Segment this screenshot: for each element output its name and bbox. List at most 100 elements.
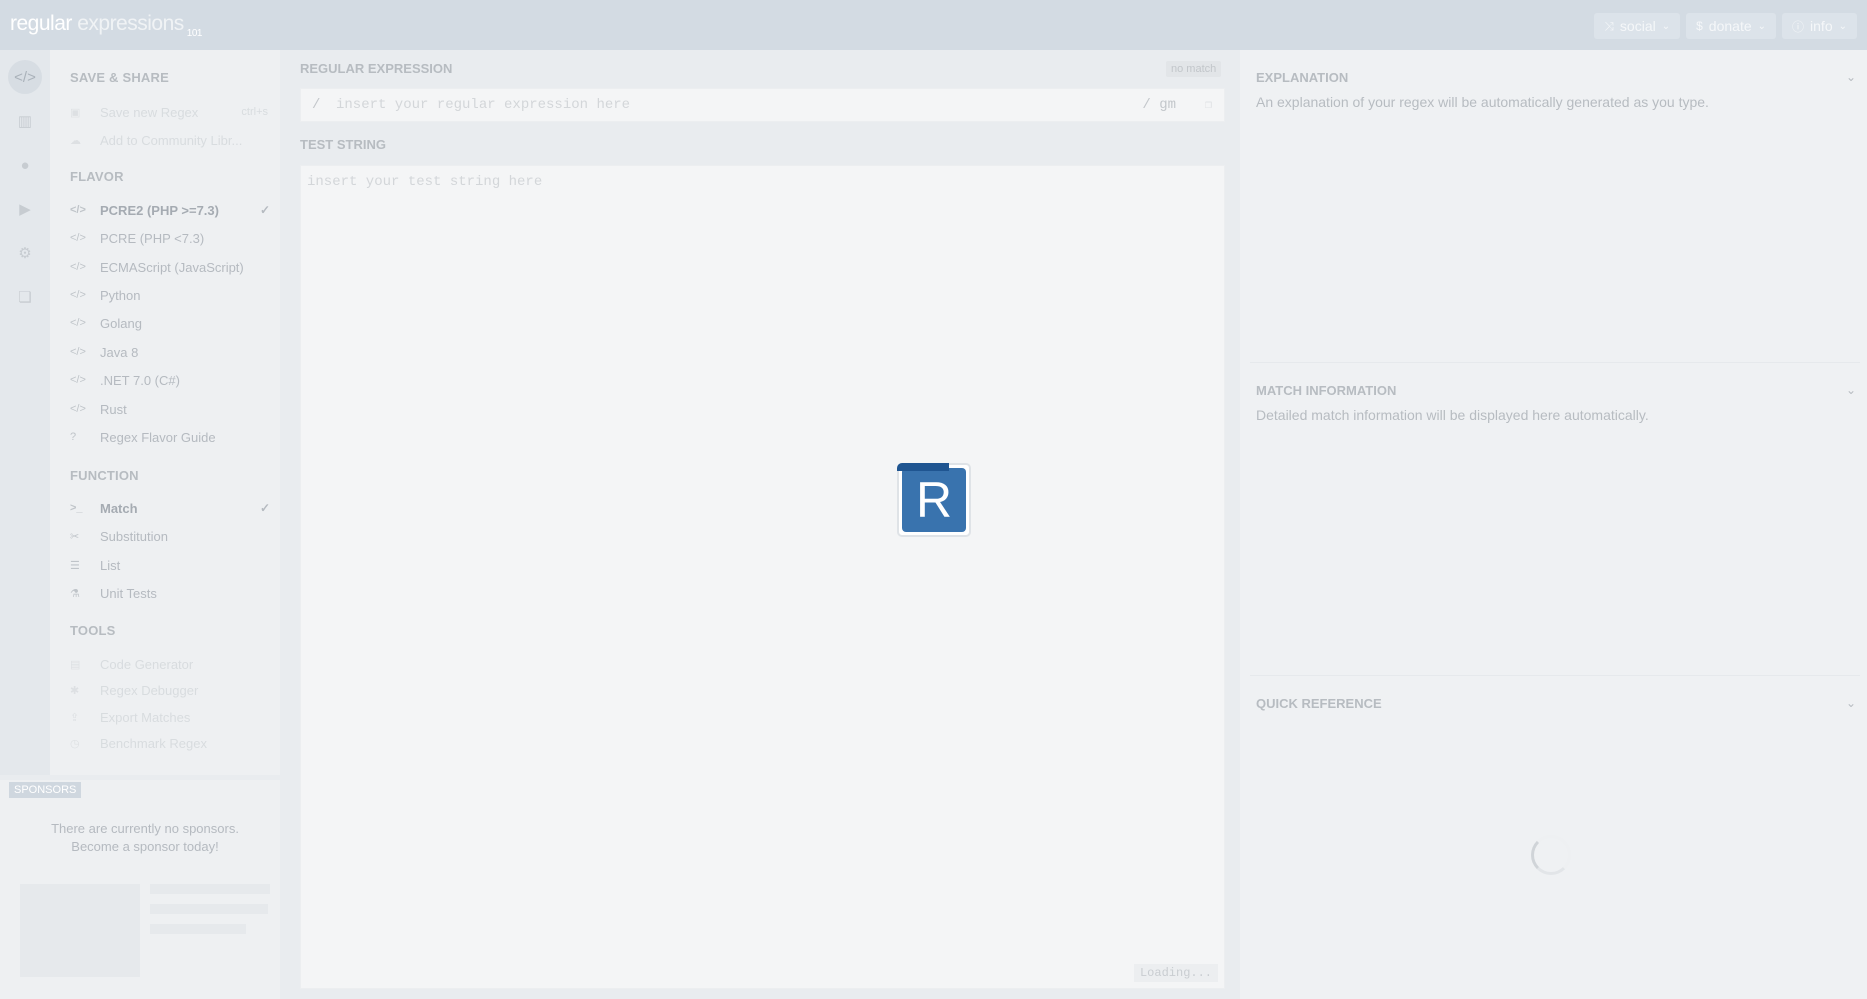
info-panels: EXPLANATION ⌄ An explanation of your reg… [1240, 50, 1867, 999]
editor-area: REGULAR EXPRESSION no match / insert you… [290, 50, 1230, 999]
chevron-down-icon[interactable]: ⌄ [1846, 696, 1856, 710]
regex-delimiter: / [312, 97, 321, 113]
donate-menu-button[interactable]: $ donate ⌄ [1686, 13, 1777, 39]
checkmark-icon: ✓ [259, 501, 270, 515]
question-icon: ? [70, 431, 77, 443]
chevron-down-icon: ⌄ [1838, 20, 1847, 32]
chart-icon[interactable]: ▥ [8, 104, 42, 138]
match-info-panel[interactable]: MATCH INFORMATION ⌄ Detailed match infor… [1256, 383, 1856, 423]
save-share-heading: SAVE & SHARE [70, 70, 169, 85]
test-string-placeholder: insert your test string here [307, 174, 543, 190]
sponsors-tag: SPONSORS [9, 782, 82, 798]
chevron-down-icon: ⌄ [1661, 20, 1671, 32]
terminal-icon: >_ [70, 502, 83, 514]
file-code-icon: ▤ [70, 658, 81, 671]
regex-placeholder: insert your regular expression here [336, 97, 631, 113]
code-icon: </> [70, 403, 86, 415]
ad-placeholder-line [150, 904, 268, 914]
function-unit-tests[interactable]: ⚗ Unit Tests [70, 581, 270, 605]
add-to-community-button[interactable]: ☁ Add to Community Libr... [70, 128, 270, 152]
chevron-down-icon[interactable]: ⌄ [1846, 383, 1856, 397]
tool-regex-debugger[interactable]: ✱ Regex Debugger [70, 678, 270, 702]
info-menu-button[interactable]: ⓘ info ⌄ [1782, 13, 1857, 39]
code-icon: </> [70, 374, 86, 386]
regex-label: REGULAR EXPRESSION [300, 61, 453, 76]
save-new-regex-button[interactable]: ▣ Save new Regex ctrl+s [70, 100, 270, 124]
match-status-badge: no match [1166, 61, 1222, 77]
loader-progress-cap [897, 463, 949, 471]
regex-flavor-guide-link[interactable]: ? Regex Flavor Guide [70, 425, 270, 449]
regex-flags[interactable]: / gm [1142, 97, 1176, 113]
code-icon[interactable]: </> [8, 60, 42, 94]
checkmark-icon: ✓ [259, 203, 270, 217]
panel-divider [1250, 362, 1860, 363]
match-info-title: MATCH INFORMATION [1256, 383, 1397, 398]
export-icon: ⇪ [70, 711, 80, 724]
flavor-pcre2[interactable]: </> PCRE2 (PHP >=7.3) ✓ [70, 198, 270, 222]
top-nav: ⤨ social ⌄ $ donate ⌄ ⓘ info ⌄ [1594, 13, 1857, 39]
code-icon: </> [70, 204, 86, 216]
match-info-text: Detailed match information will be displ… [1256, 407, 1649, 423]
test-string-label: TEST STRING [300, 137, 386, 152]
chevron-down-icon: ⌄ [1757, 20, 1767, 32]
flavor-heading: FLAVOR [70, 169, 124, 184]
code-icon: </> [70, 289, 86, 301]
tool-benchmark-regex[interactable]: ◷ Benchmark Regex [70, 731, 270, 755]
flavor-ecmascript[interactable]: </> ECMAScript (JavaScript) [70, 255, 270, 279]
explanation-title: EXPLANATION [1256, 70, 1349, 85]
ad-placeholder-line [150, 924, 246, 934]
icon-sidebar: </> ▥ ● ▶ ⚙ ❏ [0, 50, 50, 775]
share-icon: ⤨ [1604, 18, 1614, 33]
clock-icon: ◷ [70, 737, 80, 750]
regex-input[interactable]: / insert your regular expression here / … [300, 88, 1225, 122]
explanation-text: An explanation of your regex will be aut… [1256, 94, 1709, 110]
panel-divider [1250, 675, 1860, 676]
list-icon: ☰ [70, 559, 80, 572]
function-heading: FUNCTION [70, 468, 139, 483]
flask-icon: ⚗ [70, 587, 80, 600]
code-icon: </> [70, 317, 86, 329]
flavor-pcre[interactable]: </> PCRE (PHP <7.3) [70, 226, 270, 250]
sponsors-panel: SPONSORS There are currently no sponsors… [0, 780, 280, 999]
flavor-golang[interactable]: </> Golang [70, 311, 270, 335]
shortcut-label: ctrl+s [241, 106, 268, 118]
tool-code-generator[interactable]: ▤ Code Generator [70, 652, 270, 676]
save-icon: ▣ [70, 106, 81, 119]
copy-icon[interactable]: ❐ [1205, 97, 1212, 112]
youtube-icon[interactable]: ▶ [8, 192, 42, 226]
sponsors-message[interactable]: There are currently no sponsors. Become … [0, 820, 290, 856]
info-icon: ⓘ [1792, 19, 1805, 34]
app-loading-logo: R [897, 463, 971, 537]
test-string-input[interactable]: insert your test string here Loading... [300, 165, 1225, 989]
flavor-rust[interactable]: </> Rust [70, 397, 270, 421]
cloud-icon: ☁ [70, 134, 81, 147]
options-sidebar: SAVE & SHARE ▣ Save new Regex ctrl+s ☁ A… [50, 50, 280, 775]
quick-reference-title: QUICK REFERENCE [1256, 696, 1382, 711]
ad-placeholder-image [20, 884, 140, 977]
regex101-logo-icon: R [902, 468, 966, 532]
explanation-panel[interactable]: EXPLANATION ⌄ An explanation of your reg… [1256, 70, 1856, 110]
function-substitution[interactable]: ✂ Substitution [70, 524, 270, 548]
code-icon: </> [70, 261, 86, 273]
chevron-down-icon[interactable]: ⌄ [1846, 70, 1856, 84]
chat-icon[interactable]: ❏ [8, 280, 42, 314]
quick-reference-panel[interactable]: QUICK REFERENCE ⌄ [1256, 696, 1856, 711]
user-icon[interactable]: ● [8, 148, 42, 182]
flavor-python[interactable]: </> Python [70, 283, 270, 307]
social-menu-button[interactable]: ⤨ social ⌄ [1594, 13, 1681, 39]
bug-icon: ✱ [70, 684, 80, 697]
app-logo[interactable]: regular expressions 101 [10, 12, 202, 39]
loading-indicator: Loading... [1133, 964, 1218, 982]
function-match[interactable]: >_ Match ✓ [70, 496, 270, 520]
function-list[interactable]: ☰ List [70, 553, 270, 577]
scissors-icon: ✂ [70, 530, 80, 543]
flavor-java[interactable]: </> Java 8 [70, 340, 270, 364]
ad-placeholder-line [150, 884, 270, 894]
gear-icon[interactable]: ⚙ [8, 236, 42, 270]
dollar-icon: $ [1696, 19, 1703, 33]
top-bar: regular expressions 101 ⤨ social ⌄ $ dona… [0, 0, 1867, 50]
tool-export-matches[interactable]: ⇪ Export Matches [70, 705, 270, 729]
flavor-dotnet[interactable]: </> .NET 7.0 (C#) [70, 368, 270, 392]
loading-spinner [1531, 835, 1571, 875]
code-icon: </> [70, 346, 86, 358]
